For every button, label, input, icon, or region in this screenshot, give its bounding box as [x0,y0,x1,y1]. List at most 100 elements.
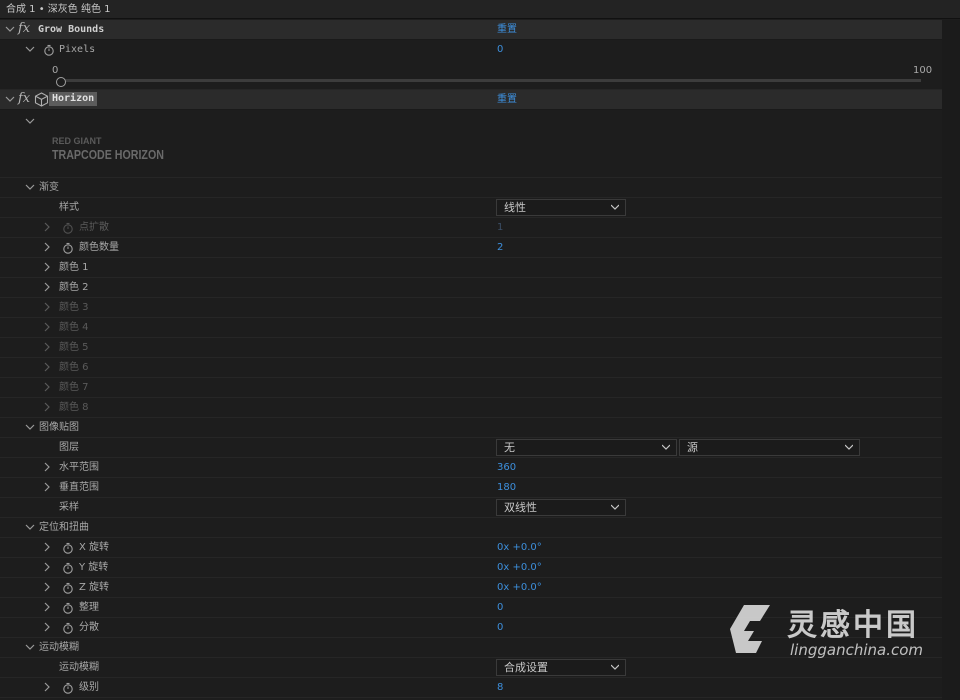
group-gradient[interactable]: 渐变 [0,178,942,198]
stopwatch-icon[interactable] [62,602,74,614]
chevron-right-icon[interactable] [42,682,52,692]
chevron-right-icon[interactable] [42,462,52,472]
param-label: 颜色 7 [59,382,89,393]
chevron-right-icon[interactable] [42,222,52,232]
param-row-color-4: 颜色 4 [0,318,942,338]
group-label: 图像贴图 [39,422,79,433]
chevron-down-icon[interactable] [25,422,35,432]
effect-row-grow-bounds[interactable]: fx Grow Bounds 重置 [0,20,942,40]
chevron-down-icon[interactable] [25,44,35,54]
chevron-down-icon [845,444,853,450]
chevron-down-icon[interactable] [25,182,35,192]
chevron-right-icon[interactable] [42,622,52,632]
param-label: Z 旋转 [79,582,110,593]
stopwatch-icon[interactable] [62,582,74,594]
reset-button[interactable]: 重置 [497,24,517,36]
param-label: 颜色 1 [59,262,89,273]
group-label: 定位和扭曲 [39,522,89,533]
param-row-style: 样式 线性 [0,198,942,218]
plugin-logo-area [0,110,942,178]
dropdown-value: 线性 [504,201,526,214]
param-row-sampling: 采样 双线性 [0,498,942,518]
dropdown-value: 双线性 [504,501,537,514]
motion-blur-dropdown[interactable]: 合成设置 [496,659,626,676]
style-dropdown[interactable]: 线性 [496,199,626,216]
param-label: 颜色 3 [59,302,89,313]
param-value[interactable]: 0x +0.0° [497,542,542,554]
param-value[interactable]: 180 [497,482,516,494]
chevron-right-icon [42,302,52,312]
chevron-down-icon[interactable] [25,642,35,652]
pixels-slider-track[interactable] [58,79,921,82]
slider-min-label: 0 [52,65,59,76]
chevron-down-icon[interactable] [5,94,15,104]
param-label: 采样 [59,502,79,513]
group-image-map[interactable]: 图像贴图 [0,418,942,438]
param-value[interactable]: 0 [497,44,503,56]
param-row-vertical-range: 垂直范围 180 [0,478,942,498]
param-label: 图层 [59,442,79,453]
chevron-right-icon[interactable] [42,242,52,252]
param-row-color-2[interactable]: 颜色 2 [0,278,942,298]
param-value[interactable]: 360 [497,462,516,474]
param-label: 颜色 8 [59,402,89,413]
chevron-right-icon[interactable] [42,562,52,572]
param-label: 点扩散 [79,222,109,233]
param-row-x-rotation: X 旋转 0x +0.0° [0,538,942,558]
param-row-color-count: 颜色数量 2 [0,238,942,258]
group-position-distort[interactable]: 定位和扭曲 [0,518,942,538]
chevron-down-icon[interactable] [5,24,15,34]
chevron-right-icon[interactable] [42,602,52,612]
stopwatch-icon[interactable] [62,562,74,574]
param-value[interactable]: 0 [497,602,503,614]
param-label: Y 旋转 [79,562,109,573]
slider-max-label: 100 [913,65,933,76]
chevron-right-icon[interactable] [42,282,52,292]
chevron-right-icon[interactable] [42,262,52,272]
param-label: 颜色 4 [59,322,89,333]
stopwatch-icon[interactable] [62,622,74,634]
source-dropdown[interactable]: 源 [679,439,860,456]
logo-product: TRAPCODE HORIZON [52,147,164,162]
dropdown-value: 源 [687,441,698,454]
chevron-right-icon[interactable] [42,482,52,492]
param-row-horizontal-range: 水平范围 360 [0,458,942,478]
param-row-motion-blur-mode: 运动模糊 合成设置 [0,658,942,678]
param-label: X 旋转 [79,542,110,553]
reset-button[interactable]: 重置 [497,94,517,106]
chevron-right-icon[interactable] [42,542,52,552]
param-label: 垂直范围 [59,482,99,493]
stopwatch-icon [62,222,74,234]
chevron-down-icon[interactable] [25,522,35,532]
logo-brand: RED GIANT [52,136,102,146]
param-label: 颜色 5 [59,342,89,353]
panel-title: 合成 1 • 深灰色 纯色 1 [6,4,111,15]
stopwatch-icon[interactable] [62,542,74,554]
param-value[interactable]: 8 [497,682,503,694]
watermark-logo-icon [722,599,784,661]
param-value[interactable]: 0 [497,622,503,634]
scrollbar[interactable] [942,20,960,700]
param-row-layer: 图层 无 源 [0,438,942,458]
param-row-z-rotation: Z 旋转 0x +0.0° [0,578,942,598]
param-value[interactable]: 2 [497,242,503,254]
effect-row-horizon[interactable]: fx Horizon 重置 [0,90,942,110]
stopwatch-icon[interactable] [62,682,74,694]
pixels-slider-handle[interactable] [56,77,66,87]
chevron-down-icon [611,504,619,510]
param-value[interactable]: 0x +0.0° [497,582,542,594]
fx-icon[interactable]: fx [18,92,30,106]
fx-icon[interactable]: fx [18,22,30,36]
chevron-down-icon[interactable] [25,116,35,126]
param-row-color-1[interactable]: 颜色 1 [0,258,942,278]
stopwatch-icon[interactable] [43,44,55,56]
param-row-color-8: 颜色 8 [0,398,942,418]
stopwatch-icon[interactable] [62,242,74,254]
param-value[interactable]: 0x +0.0° [497,562,542,574]
chevron-right-icon [42,382,52,392]
layer-dropdown[interactable]: 无 [496,439,677,456]
sampling-dropdown[interactable]: 双线性 [496,499,626,516]
chevron-right-icon[interactable] [42,582,52,592]
param-label: 颜色数量 [79,242,119,253]
dropdown-value: 合成设置 [504,661,548,674]
